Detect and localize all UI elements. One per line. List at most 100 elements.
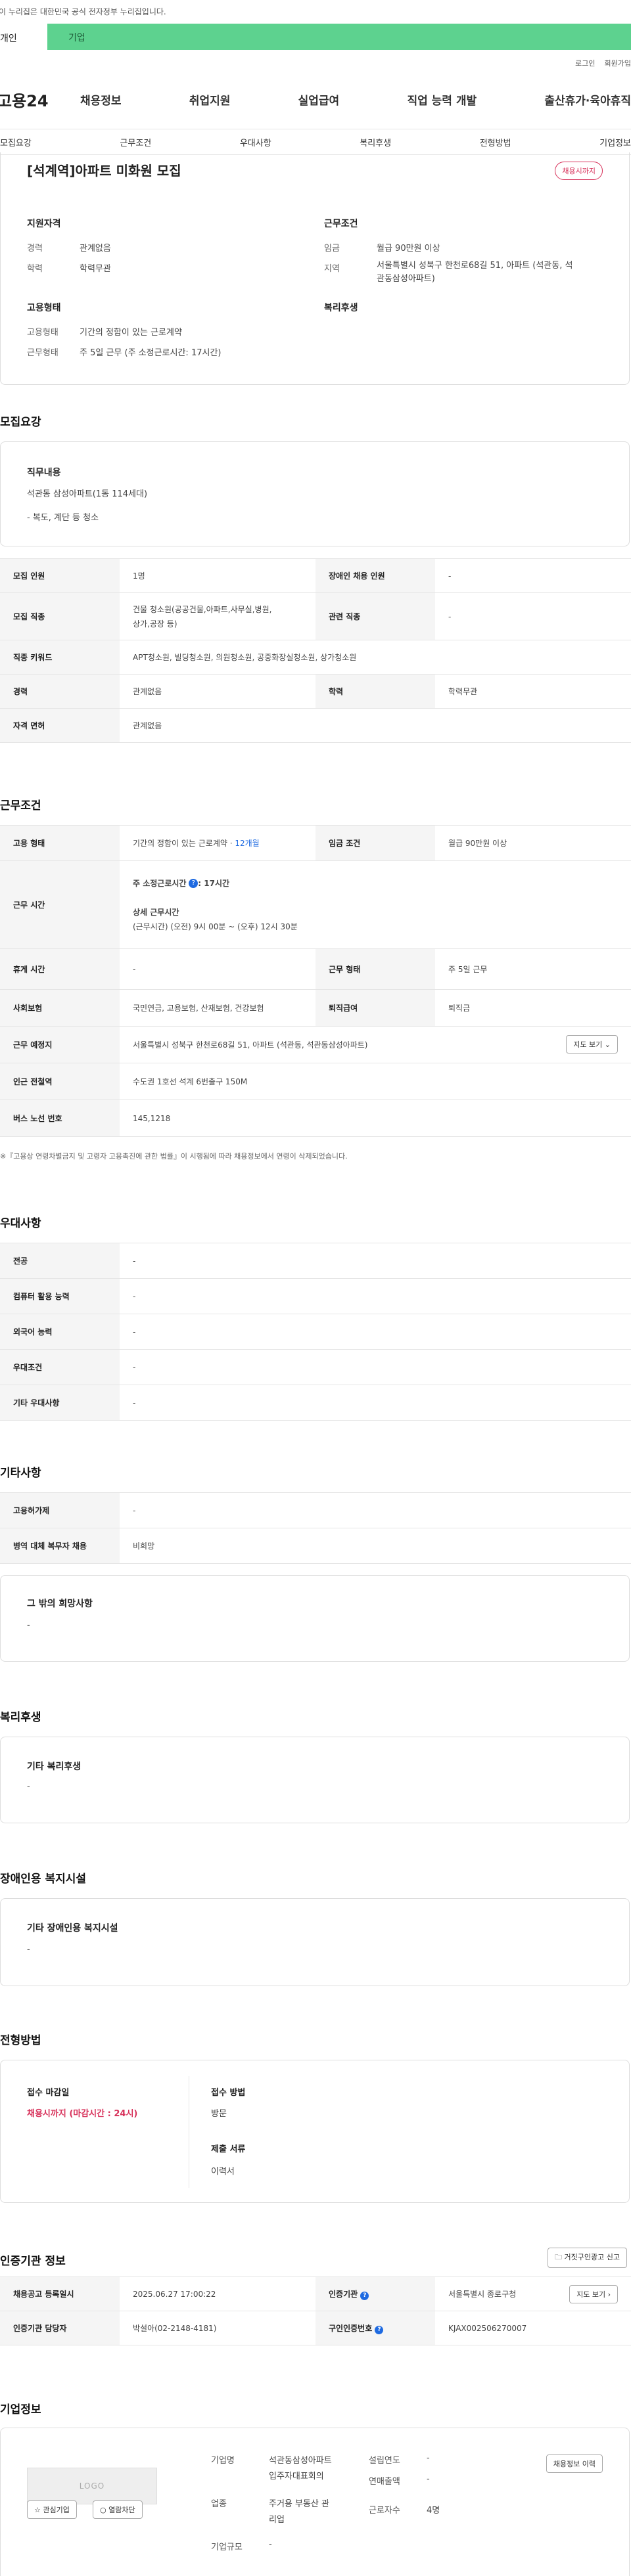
table-row: 버스 노선 번호 145,1218: [0, 1099, 631, 1137]
table-row: 전공 -: [0, 1243, 631, 1279]
disabled-item-value: -: [27, 1945, 30, 1955]
gnb-item-benefit[interactable]: 실업급여: [298, 91, 340, 108]
reg-date-label: 채용공고 등록일시: [0, 2276, 120, 2311]
area-label: 지역: [324, 264, 340, 274]
job-history-button[interactable]: 채용정보 이력: [546, 2454, 603, 2473]
career-value: 관계없음: [80, 244, 111, 254]
reg-date-value: 2025.06.27 17:00:22: [120, 2276, 316, 2311]
career-label: 경력: [27, 244, 43, 254]
computer-value: -: [120, 1278, 631, 1314]
pref-cond-value: -: [120, 1349, 631, 1385]
chevron-right-icon: ›: [607, 2290, 611, 2299]
table-row: 자격 면허 관계없음: [0, 708, 631, 743]
industry-2: 리업: [269, 2515, 285, 2525]
table-row: 인근 전철역 수도권 1호선 석계 6번출구 150M: [0, 1063, 631, 1100]
staff-label: 인증기관 담당자: [0, 2311, 120, 2345]
rest-label: 휴게 시간: [0, 948, 120, 990]
cert-map-label: 지도 보기: [576, 2290, 606, 2299]
job-type-label: 모집 직종: [0, 592, 120, 640]
conditions-heading: 근무조건: [0, 799, 41, 812]
tab-conditions[interactable]: 근무조건: [120, 136, 151, 148]
worktype-value: 주 5일 근무 (주 소정근로시간: 17시간): [80, 348, 222, 358]
info-icon[interactable]: ?: [360, 2291, 369, 2300]
work-time-label: 근무 시간: [0, 860, 120, 949]
table-row: 병역 대체 복무자 채용 비희망: [0, 1528, 631, 1564]
table-row: 인증기관 담당자 박설아(02-2148-4181) 구인인증번호 ? KJAX002…: [0, 2311, 631, 2345]
industry-label: 업종: [211, 2499, 227, 2509]
workplace-label: 근무 예정지: [0, 1026, 120, 1063]
gnb-item-jobs[interactable]: 채용정보: [80, 91, 122, 108]
detail-hours-value: (근무시간) (오전) 9시 00분 ~ (오후) 12시 30분: [133, 922, 298, 931]
favorite-company-button[interactable]: ☆ 관심기업: [27, 2500, 77, 2519]
tab-company[interactable]: 기업정보: [599, 136, 631, 148]
signup-link[interactable]: 회원가입: [605, 58, 631, 68]
audience-personal-tab[interactable]: 개인: [0, 24, 47, 50]
tab-preference[interactable]: 우대사항: [240, 136, 271, 148]
map-button-label: 지도 보기: [573, 1040, 603, 1049]
work-form-label: 근무 형태: [316, 948, 435, 990]
contract-period: 12개월: [235, 839, 260, 848]
company-card: LOGO ☆ 관심기업 ○ 열람차단 기업명 석관동삼성아파트 입주자대표회의 업…: [0, 2428, 630, 2576]
preference-table: 전공 - 컴퓨터 활용 능력 - 외국어 능력 - 우대조건 - 기타 우대사항 -: [0, 1243, 631, 1421]
duty-line-2: - 복도, 계단 등 청소: [27, 513, 99, 523]
tab-welfare[interactable]: 복리후생: [360, 136, 391, 148]
preference-heading: 우대사항: [0, 1217, 41, 1230]
cert-map-button[interactable]: 지도 보기 ›: [569, 2285, 618, 2303]
deadline-heading: 접수 마감일: [27, 2088, 70, 2098]
audience-company-tab[interactable]: 기업: [47, 24, 631, 50]
disabled-heading: 장애인용 복지시설: [0, 1873, 87, 1886]
gnb-item-training[interactable]: 직업 능력 개발: [407, 91, 477, 108]
table-row: 모집 직종 건물 청소원(공공건물,아파트,사무실,병원, 상가,공장 등) 관련 직…: [0, 592, 631, 640]
weekly-hours-value: : 17시간: [198, 878, 230, 888]
table-row: 고용허가제 -: [0, 1492, 631, 1528]
disabled-card: 기타 장애인용 복지시설 -: [0, 1898, 630, 1986]
disabled-headcount-value: -: [435, 558, 631, 593]
other-heading: 기타사항: [0, 1467, 41, 1480]
company-name-1: 석관동삼성아파트: [269, 2456, 332, 2466]
block-label: 열람차단: [108, 2506, 135, 2514]
founded-label: 설립연도: [369, 2456, 400, 2466]
insurance-label: 사회보험: [0, 989, 120, 1027]
company-name-2: 입주자대표회의: [269, 2472, 324, 2481]
cert-table: 채용공고 등록일시 2025.06.27 17:00:22 인증기관 ? 서울특별시 …: [0, 2276, 631, 2345]
size-label: 기업규모: [211, 2543, 243, 2552]
headcount-label: 모집 인원: [0, 558, 120, 593]
job-type-line-1: 건물 청소원(공공건물,아파트,사무실,병원,: [133, 604, 272, 614]
tab-recruit[interactable]: 모집요강: [0, 136, 32, 148]
computer-label: 컴퓨터 활용 능력: [0, 1278, 120, 1314]
subway-value: 수도권 1호선 석계 6번출구 150M: [120, 1063, 631, 1100]
headcount-value: 1명: [120, 558, 316, 593]
founded-value: -: [427, 2453, 430, 2463]
login-link[interactable]: 로그인: [575, 58, 595, 68]
emp-value: 기간의 정함이 있는 근로계약: [80, 328, 182, 338]
table-row: 채용공고 등록일시 2025.06.27 17:00:22 인증기관 ? 서울특별시 …: [0, 2276, 631, 2311]
age-notice: ※『고용상 연령차별금지 및 고령자 고용촉진에 관한 법률』이 시행됨에 따라…: [0, 1152, 348, 1161]
edu-label-2: 학력: [316, 674, 435, 709]
company-logo: LOGO: [27, 2468, 157, 2504]
favorite-label: 관심기업: [43, 2506, 70, 2514]
tab-screening[interactable]: 전형방법: [480, 136, 511, 148]
language-label: 외국어 능력: [0, 1314, 120, 1350]
gnb-item-support[interactable]: 취업지원: [189, 91, 231, 108]
subway-label: 인근 전철역: [0, 1063, 120, 1100]
employees-value: 4명: [427, 2506, 440, 2516]
deadline-badge: 채용시까지: [555, 162, 603, 180]
wage-value: 월급 90만원 이상: [377, 244, 440, 254]
site-logo[interactable]: 고용24: [0, 88, 89, 111]
info-icon[interactable]: ?: [189, 879, 199, 888]
report-button[interactable]: 🗀 거짓구인광고 신고: [548, 2248, 627, 2268]
gnb-item-parental[interactable]: 출산휴가·육아휴직: [544, 91, 631, 108]
wish-value: -: [27, 1620, 30, 1630]
work-heading: 근무조건: [324, 219, 358, 229]
block-view-button[interactable]: ○ 열람차단: [93, 2500, 143, 2519]
cert-org-value: 서울특별시 종로구청: [448, 2290, 517, 2299]
map-button[interactable]: 지도 보기 ⌄: [566, 1035, 618, 1054]
workplace-value-cell: 서울특별시 성북구 한천로68길 51, 아파트 (석관동, 석관동삼성아파트)…: [120, 1026, 631, 1063]
license-value: 관계없음: [120, 708, 631, 743]
table-row: 근무 시간 주 소정근로시간 ?: 17시간 상세 근무시간 (근무시간) (오전) …: [0, 860, 631, 949]
military-label: 병역 대체 복무자 채용: [0, 1528, 120, 1564]
language-value: -: [120, 1314, 631, 1350]
cert-heading: 인증기관 정보: [0, 2255, 66, 2268]
info-icon[interactable]: ?: [375, 2325, 384, 2334]
job-type-value: 건물 청소원(공공건물,아파트,사무실,병원, 상가,공장 등): [120, 592, 316, 640]
